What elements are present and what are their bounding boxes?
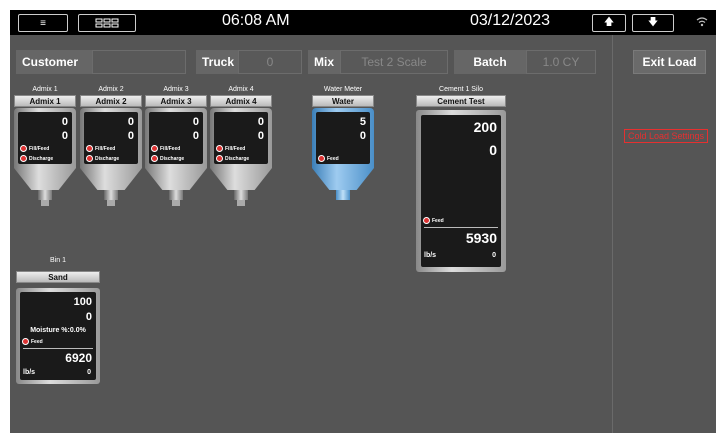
water-feed-indicator: Feed: [318, 155, 339, 162]
cement-feed-indicator: Feed: [423, 217, 444, 224]
status-dot-icon: [216, 155, 223, 162]
truck-label: Truck: [196, 50, 238, 74]
status-dot-icon: [423, 217, 430, 224]
clock-date: 03/12/2023: [470, 12, 551, 29]
admix-1-tank[interactable]: 0 0 Fill/Feed Discharge: [14, 108, 76, 208]
scroll-up-button[interactable]: 🡅: [592, 14, 626, 32]
cement-actual: 0: [489, 142, 497, 158]
status-dot-icon: [20, 155, 27, 162]
bin-header[interactable]: Sand: [16, 271, 100, 283]
status-dot-icon: [20, 145, 27, 152]
admix-1-target: 0: [61, 116, 68, 128]
batch-label: Batch: [454, 50, 526, 74]
customer-label: Customer: [16, 50, 92, 74]
admix-2-header[interactable]: Admix 2: [80, 95, 142, 107]
bin-target: 100: [73, 296, 92, 308]
admix-2-fill-indicator: Fill/Feed: [86, 145, 115, 152]
down-arrow-icon: 🡇: [647, 16, 659, 28]
water-caption: Water Meter: [323, 86, 363, 93]
main-panel: Customer Truck 0 Mix Test 2 Scale Batch …: [10, 35, 716, 433]
admix-1-caption: Admix 1: [32, 86, 58, 93]
customer-value: [92, 50, 186, 74]
water-header[interactable]: Water: [312, 95, 374, 107]
status-dot-icon: [86, 155, 93, 162]
water-actual: 0: [359, 130, 366, 142]
batch-field[interactable]: Batch 1.0 CY: [454, 50, 596, 74]
admix-1-fill-indicator: Fill/Feed: [20, 145, 49, 152]
admix-4-header[interactable]: Admix 4: [210, 95, 272, 107]
mix-value: Test 2 Scale: [340, 50, 448, 74]
cement-header[interactable]: Cement Test: [416, 95, 506, 107]
truck-value: 0: [238, 50, 302, 74]
admix-4-tank[interactable]: 0 0 Fill/Feed Discharge: [210, 108, 272, 208]
bin-weight: 6920: [65, 351, 92, 365]
admix-3-actual: 0: [192, 130, 199, 142]
cement-unit: lb/s: [424, 252, 437, 259]
cement-rate: 0: [492, 252, 496, 259]
admix-4-actual: 0: [257, 130, 264, 142]
admix-1-actual: 0: [61, 130, 68, 142]
status-dot-icon: [86, 145, 93, 152]
water-tank[interactable]: 5 0 Feed: [312, 108, 374, 208]
bin-moisture: Moisture %:0.0%: [30, 327, 86, 334]
cement-caption: Cement 1 Silo: [439, 86, 483, 93]
admix-2-caption: Admix 2: [98, 86, 124, 93]
status-dot-icon: [318, 155, 325, 162]
status-dot-icon: [22, 338, 29, 345]
side-divider: [612, 35, 613, 433]
water-target: 5: [359, 116, 366, 128]
wifi-icon: [696, 17, 708, 27]
truck-field[interactable]: Truck 0: [196, 50, 302, 74]
admix-4-discharge-indicator: Discharge: [216, 155, 249, 162]
mix-field[interactable]: Mix Test 2 Scale: [308, 50, 448, 74]
admix-3-target: 0: [192, 116, 199, 128]
bin-caption: Bin 1: [50, 257, 66, 264]
scroll-down-button[interactable]: 🡇: [632, 14, 674, 32]
menu-icon: ≡: [40, 17, 46, 29]
customer-field[interactable]: Customer: [16, 50, 186, 74]
admix-4-caption: Admix 4: [228, 86, 254, 93]
admix-1-discharge-indicator: Discharge: [20, 155, 53, 162]
grid-button[interactable]: [78, 14, 136, 32]
admix-3-header[interactable]: Admix 3: [145, 95, 207, 107]
grid-icon: [95, 18, 119, 28]
bin-feed-indicator: Feed: [22, 338, 43, 345]
admix-3-caption: Admix 3: [163, 86, 189, 93]
cold-load-settings-button[interactable]: Cold Load Settings: [624, 129, 709, 143]
cement-target: 200: [473, 119, 497, 135]
admix-3-tank[interactable]: 0 0 Fill/Feed Discharge: [145, 108, 207, 208]
admix-2-actual: 0: [127, 130, 134, 142]
admix-3-fill-indicator: Fill/Feed: [151, 145, 180, 152]
mix-label: Mix: [308, 50, 340, 74]
admix-2-target: 0: [127, 116, 134, 128]
admix-3-discharge-indicator: Discharge: [151, 155, 184, 162]
status-dot-icon: [151, 155, 158, 162]
bin-unit: lb/s: [23, 369, 36, 376]
cement-weight: 5930: [465, 230, 497, 246]
status-dot-icon: [151, 145, 158, 152]
batch-value: 1.0 CY: [526, 50, 596, 74]
exit-load-button[interactable]: Exit Load: [633, 50, 706, 74]
sand-bin[interactable]: 100 0 Moisture %:0.0% Feed 6920 lb/s 0: [16, 288, 100, 384]
bin-rate: 0: [87, 369, 91, 376]
admix-4-target: 0: [257, 116, 264, 128]
menu-button[interactable]: ≡: [18, 14, 68, 32]
top-bar: ≡ 06:08 AM 03/12/2023 🡅 🡇: [10, 10, 716, 35]
admix-1-header[interactable]: Admix 1: [14, 95, 76, 107]
cement-silo[interactable]: 200 0 Feed 5930 lb/s 0: [416, 110, 506, 272]
admix-4-fill-indicator: Fill/Feed: [216, 145, 245, 152]
up-arrow-icon: 🡅: [603, 16, 615, 28]
bin-actual: 0: [85, 311, 92, 323]
admix-2-discharge-indicator: Discharge: [86, 155, 119, 162]
clock-time: 06:08 AM: [222, 12, 290, 29]
admix-2-tank[interactable]: 0 0 Fill/Feed Discharge: [80, 108, 142, 208]
status-dot-icon: [216, 145, 223, 152]
